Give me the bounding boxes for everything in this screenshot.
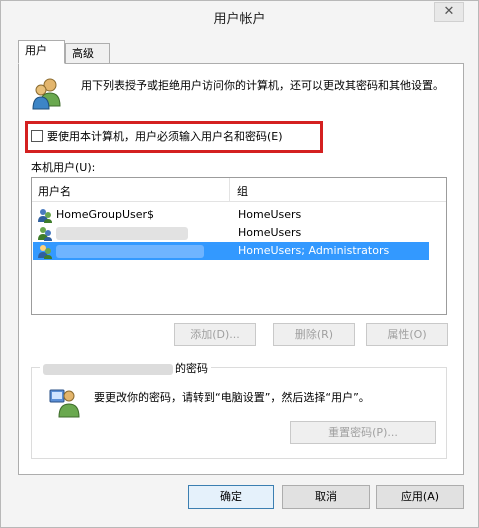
user-key-icon xyxy=(49,389,80,418)
tab-users[interactable]: 用户 xyxy=(18,40,65,64)
redacted-username xyxy=(43,363,173,375)
cancel-button[interactable]: 取消 xyxy=(282,485,370,509)
row-username: HomeGroupUser$ xyxy=(56,208,155,221)
require-login-label[interactable]: 要使用本计算机，用户必须输入用户名和密码(E) xyxy=(47,128,283,144)
column-divider[interactable] xyxy=(229,178,230,202)
intro-description: 用下列表授予或拒绝用户访问你的计算机，还可以更改其密码和其他设置。 xyxy=(81,79,444,92)
users-icon xyxy=(32,78,61,110)
close-button[interactable]: ✕ xyxy=(434,2,464,22)
table-row[interactable]: HomeUsers; Administrators xyxy=(33,242,429,260)
redacted-username xyxy=(56,245,204,258)
column-header-username[interactable]: 用户名 xyxy=(38,183,71,199)
table-row[interactable]: HomeGroupUser$ HomeUsers xyxy=(33,206,429,224)
user-icon xyxy=(38,227,52,241)
apply-button[interactable]: 应用(A) xyxy=(376,485,464,509)
password-instructions: 要更改你的密码，请转到“电脑设置”，然后选择“用户”。 xyxy=(94,391,370,404)
table-row[interactable]: HomeUsers xyxy=(33,224,429,242)
column-header-group[interactable]: 组 xyxy=(237,183,248,199)
window-title: 用户帐户 xyxy=(213,12,266,27)
local-users-label: 本机用户(U): xyxy=(31,161,96,174)
redacted-username xyxy=(56,227,188,240)
row-group: HomeUsers xyxy=(238,208,302,221)
user-accounts-window: 用户帐户 ✕ 用户 高级 用下列表授予或拒绝用户访问你的计算机，还可以更改其密码… xyxy=(0,0,479,528)
password-group-legend: 的密码 xyxy=(40,360,211,376)
users-tab-panel: 用下列表授予或拒绝用户访问你的计算机，还可以更改其密码和其他设置。 要使用本计算… xyxy=(18,63,464,475)
password-legend-suffix: 的密码 xyxy=(175,362,208,375)
add-user-button[interactable]: 添加(D)... xyxy=(174,323,256,346)
user-icon xyxy=(38,209,52,223)
title-bar: 用户帐户 ✕ xyxy=(1,1,478,33)
reset-password-button[interactable]: 重置密码(P)... xyxy=(290,421,436,444)
ok-button[interactable]: 确定 xyxy=(188,485,274,509)
tab-advanced[interactable]: 高级 xyxy=(65,43,110,65)
row-group: HomeUsers xyxy=(238,226,302,239)
delete-user-button[interactable]: 删除(R) xyxy=(273,323,355,346)
require-login-checkbox[interactable] xyxy=(31,130,43,142)
row-group: HomeUsers; Administrators xyxy=(238,244,390,257)
list-header: 用户名 组 xyxy=(32,178,446,202)
properties-button[interactable]: 属性(O) xyxy=(366,323,448,346)
password-group: 的密码 要更改你的密码，请转到“电脑设置”，然后选择“用户”。 重置密码(P).… xyxy=(31,360,447,459)
user-list[interactable]: 用户名 组 HomeGroupUser$ HomeUsers HomeUsers… xyxy=(31,177,447,315)
user-icon xyxy=(38,245,52,259)
